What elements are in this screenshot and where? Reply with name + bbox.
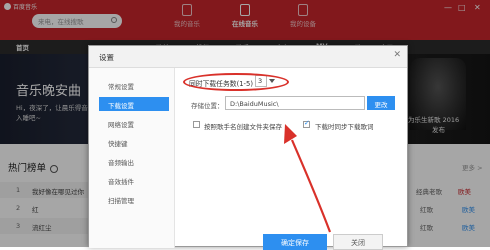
settings-dialog: 设置 ✕ 常规设置 下载设置 网络设置 快捷键 音频输出 音效插件 扫描管理 同… [88, 45, 408, 250]
save-button[interactable]: 确定保存 [263, 234, 327, 250]
dialog-titlebar: 设置 ✕ [89, 46, 407, 68]
singer-folder-label: 按照歌手名创建文件夹保存 [204, 123, 282, 131]
sidebar-item-scan-manage[interactable]: 扫描管理 [99, 192, 169, 206]
change-location-button[interactable]: 更改 [367, 96, 395, 110]
close-icon[interactable]: ✕ [393, 50, 401, 60]
settings-sidebar: 常规设置 下载设置 网络设置 快捷键 音频输出 音效插件 扫描管理 [89, 68, 175, 248]
sidebar-item-audio-output[interactable]: 音频输出 [99, 154, 169, 168]
save-location-field[interactable]: D:\BaiduMusic\ [225, 96, 365, 110]
sidebar-item-network[interactable]: 网络设置 [99, 116, 169, 130]
close-button[interactable]: 关闭 [333, 234, 383, 250]
dialog-title: 设置 [99, 53, 114, 62]
highlight-ellipse [183, 73, 289, 91]
singer-folder-checkbox[interactable] [193, 121, 200, 128]
sidebar-item-sound-effects[interactable]: 音效插件 [99, 173, 169, 187]
download-lyrics-checkbox[interactable] [303, 119, 310, 128]
sidebar-item-download[interactable]: 下载设置 [99, 97, 169, 111]
sidebar-item-general[interactable]: 常规设置 [99, 78, 169, 92]
save-location-label: 存储位置： [191, 102, 224, 110]
download-settings-panel: 同时下载任务数(1-5) 3 存储位置： D:\BaiduMusic\ 更改 按… [181, 68, 407, 250]
download-lyrics-label: 下载时同步下载歌词 [315, 123, 374, 131]
sidebar-item-hotkeys[interactable]: 快捷键 [99, 135, 169, 149]
